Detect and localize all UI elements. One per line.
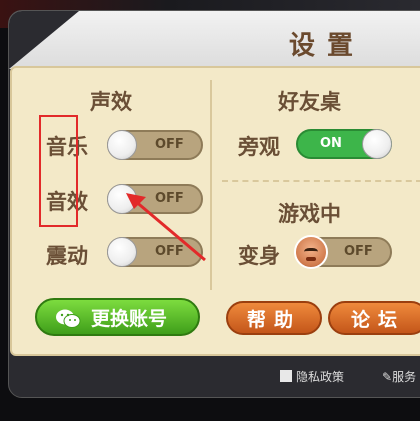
toggle-state-text: OFF [344,244,373,259]
wechat-icon [56,309,81,328]
document-icon [280,370,292,382]
toggle-knob [362,129,392,159]
column-divider [210,80,212,290]
forum-button[interactable]: 论坛 [328,301,420,335]
annotation-highlight-box [39,115,78,227]
avatar-icon [294,235,328,269]
toggle-knob [107,130,137,160]
help-button[interactable]: 帮助 [226,301,322,335]
toggle-state-text: ON [320,136,342,151]
privacy-label: 隐私政策 [296,370,345,384]
spectate-label: 旁观 [238,135,280,159]
switch-account-label: 更换账号 [91,308,168,330]
service-link[interactable]: ✎服务 [382,368,416,385]
switch-account-button[interactable]: 更换账号 [35,298,200,336]
vibration-label: 震动 [46,244,88,268]
annotation-arrow-icon [126,193,206,262]
section-divider [222,180,420,182]
spectate-toggle[interactable]: ON [296,129,392,159]
header-notch [9,11,79,69]
ingame-section-title: 游戏中 [278,202,341,226]
transform-toggle[interactable]: OFF [294,235,392,269]
service-label: 服务 [392,370,417,384]
dialog-title: 设置 [289,31,366,61]
privacy-link[interactable]: 隐私政策 [280,368,344,385]
toggle-state-text: OFF [155,137,184,152]
music-toggle[interactable]: OFF [107,130,203,160]
transform-label: 变身 [238,244,280,268]
pencil-icon: ✎ [382,370,393,384]
sound-section-title: 声效 [90,90,132,114]
friends-section-title: 好友桌 [278,90,341,114]
